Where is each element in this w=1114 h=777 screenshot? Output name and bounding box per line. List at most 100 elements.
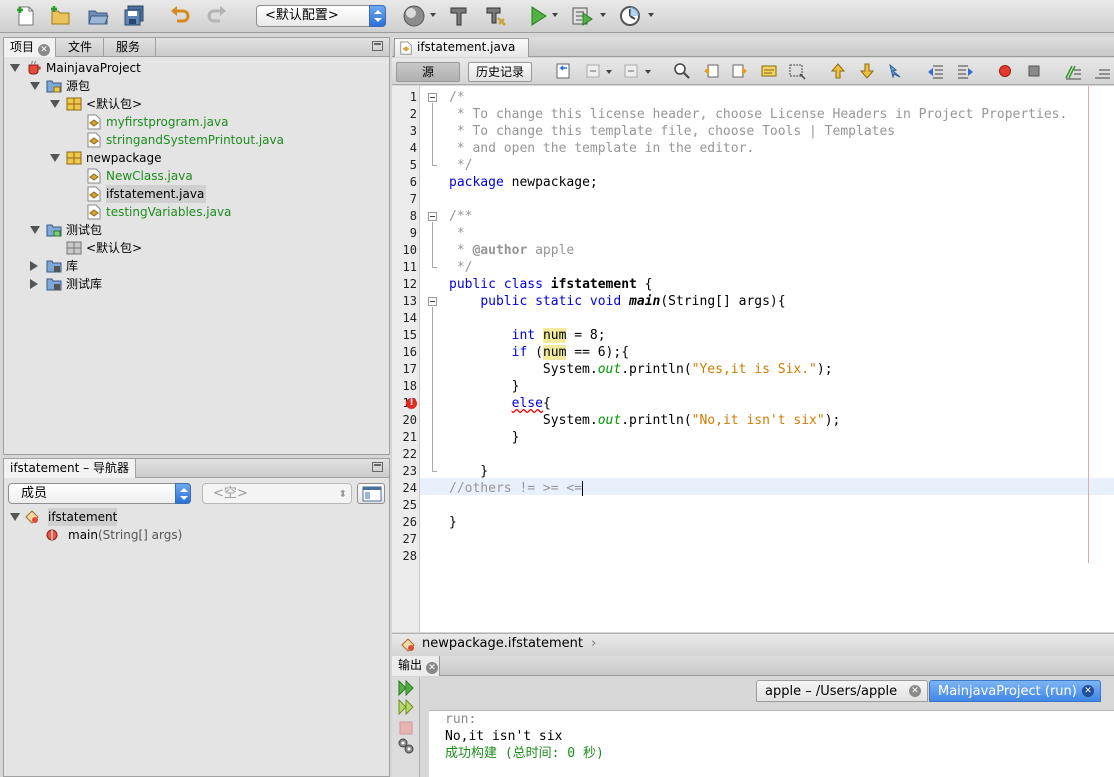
text-caret — [582, 481, 584, 496]
comment-icon[interactable] — [1064, 62, 1082, 80]
tab-files[interactable]: 文件 — [56, 38, 104, 57]
test-folder-icon — [46, 222, 62, 238]
tree-row[interactable]: myfirstprogram.java — [4, 113, 389, 131]
tree-row-label: <默认包> — [86, 97, 143, 111]
find-previous-icon[interactable] — [702, 62, 720, 80]
breadcrumb[interactable]: newpackage.ifstatement › — [392, 633, 1114, 654]
tree-row[interactable]: stringandSystemPrintout.java — [4, 131, 389, 149]
tab-output[interactable]: 输出 ✕ — [392, 656, 440, 676]
save-all-icon[interactable] — [122, 4, 146, 28]
navigator-layout-button[interactable] — [357, 483, 385, 504]
find-next-icon[interactable] — [731, 62, 749, 80]
history-button[interactable]: 历史记录 — [468, 62, 532, 82]
run-dropdown-arrow-icon[interactable] — [552, 13, 558, 17]
tree-row[interactable]: testingVariables.java — [4, 203, 389, 221]
output-tabstrip: 输出 ✕ — [392, 656, 1114, 676]
disclosure-closed-icon[interactable] — [30, 279, 38, 289]
last-edit-icon[interactable] — [554, 62, 572, 80]
profile-dropdown-arrow-icon[interactable] — [648, 13, 654, 17]
members-filter-select[interactable]: 成员 — [8, 483, 191, 504]
line-number-gutter: 1234567891011121314151617181920212223242… — [392, 86, 420, 632]
code-line: int num = 8; — [449, 327, 606, 344]
tree-row[interactable]: <默认包> — [4, 95, 389, 113]
navigator-row[interactable]: ifstatement — [4, 508, 389, 526]
output-console[interactable]: run: No,it isn't six 成功构建 (总时间: 0 秒) — [429, 710, 1114, 777]
tree-row-label: myfirstprogram.java — [106, 115, 229, 129]
tree-row[interactable]: NewClass.java — [4, 167, 389, 185]
fold-toggle-icon[interactable] — [428, 93, 437, 102]
toggle-bookmark-icon[interactable] — [887, 62, 905, 80]
debug-dropdown-arrow-icon[interactable] — [600, 13, 606, 17]
code-line: */ — [449, 157, 473, 174]
java-file-icon — [400, 41, 412, 55]
error-icon[interactable]: ! — [406, 398, 417, 409]
disclosure-open-icon[interactable] — [30, 226, 40, 234]
clean-build-icon[interactable] — [484, 4, 508, 28]
disclosure-open-icon[interactable] — [10, 64, 20, 72]
disclosure-closed-icon[interactable] — [30, 261, 38, 271]
disclosure-open-icon[interactable] — [10, 513, 20, 521]
shift-left-icon[interactable] — [927, 62, 945, 80]
build-hammer-icon[interactable] — [448, 4, 472, 28]
disclosure-open-icon[interactable] — [50, 154, 60, 162]
fold-toggle-icon[interactable] — [428, 212, 437, 221]
stop-macro-icon[interactable] — [1025, 62, 1043, 80]
globe-icon[interactable] — [402, 4, 426, 28]
next-bookmark-icon[interactable] — [858, 62, 876, 80]
close-icon[interactable]: ✕ — [909, 685, 921, 697]
select-rectangle-icon[interactable] — [788, 62, 806, 80]
tree-row[interactable]: <默认包> — [4, 239, 389, 257]
shift-right-icon[interactable] — [956, 62, 974, 80]
close-icon[interactable]: ✕ — [426, 662, 439, 674]
output-tab-run[interactable]: MainjavaProject (run) ✕ — [929, 680, 1101, 702]
disclosure-open-icon[interactable] — [50, 100, 60, 108]
class-icon — [24, 509, 40, 525]
find-icon[interactable] — [673, 62, 691, 80]
tab-navigator[interactable]: ifstatement – 导航器✕ — [4, 459, 136, 495]
uncomment-icon[interactable] — [1093, 62, 1111, 80]
new-project-icon[interactable] — [48, 4, 72, 28]
tab-ifstatement-java[interactable]: ifstatement.java✕ — [394, 38, 529, 73]
close-icon[interactable]: ✕ — [1082, 685, 1094, 697]
new-file-icon[interactable] — [14, 4, 38, 28]
rerun-icon[interactable] — [397, 679, 415, 697]
globe-dropdown-arrow-icon[interactable] — [430, 13, 436, 17]
tree-row[interactable]: 源包 — [4, 77, 389, 95]
chevron-right-icon[interactable]: › — [591, 634, 596, 654]
tree-row[interactable]: 测试包 — [4, 221, 389, 239]
debug-icon[interactable] — [570, 4, 594, 28]
previous-bookmark-icon[interactable] — [829, 62, 847, 80]
fold-toggle-icon[interactable] — [428, 297, 437, 306]
profile-icon[interactable] — [618, 4, 642, 28]
start-macro-icon[interactable] — [996, 62, 1014, 80]
code-line: System.out.println("No,it isn't six"); — [449, 412, 840, 429]
close-icon[interactable]: ✕ — [38, 44, 51, 56]
tree-row[interactable]: 测试库 — [4, 275, 389, 293]
output-tab-apple[interactable]: apple – /Users/apple ✕ — [756, 680, 928, 702]
line-number: 27 — [402, 532, 417, 546]
highlight-icon[interactable] — [760, 62, 778, 80]
tab-projects[interactable]: 项目 ✕ — [4, 38, 56, 57]
tree-row[interactable]: 库 — [4, 257, 389, 275]
configuration-select[interactable]: <默认配置> — [256, 5, 386, 27]
code-token: out — [597, 362, 622, 377]
minimize-icon[interactable] — [372, 41, 383, 51]
tab-services[interactable]: 服务 — [104, 38, 156, 57]
code-token: newpackage; — [503, 175, 598, 190]
undo-icon[interactable] — [168, 4, 192, 28]
run-play-icon[interactable] — [526, 4, 550, 28]
tree-row[interactable]: ifstatement.java — [4, 185, 389, 203]
code-token: /* — [449, 90, 465, 105]
source-button[interactable]: 源 — [396, 62, 460, 82]
rerun-with-params-icon[interactable] — [397, 698, 415, 716]
disclosure-open-icon[interactable] — [30, 82, 40, 90]
tree-row-label: NewClass.java — [106, 169, 193, 183]
navigator-row[interactable]: main(String[] args) — [4, 526, 389, 544]
tree-row[interactable]: newpackage — [4, 149, 389, 167]
tree-row[interactable]: MainjavaProject — [4, 59, 389, 77]
java-file-icon — [86, 186, 102, 202]
minimize-icon[interactable] — [372, 462, 383, 472]
open-project-icon[interactable] — [86, 4, 110, 28]
settings-icon[interactable] — [397, 737, 415, 755]
